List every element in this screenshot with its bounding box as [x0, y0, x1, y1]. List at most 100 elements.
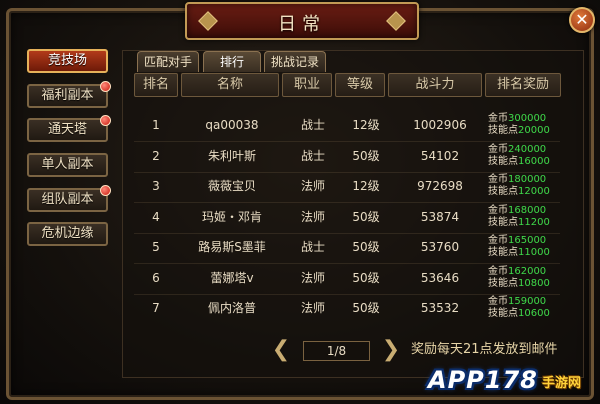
- rank-cell: 4: [152, 209, 160, 224]
- rank-cell: 5: [152, 240, 160, 254]
- level-cell: 12级: [352, 118, 380, 132]
- column-header: 名称: [181, 73, 279, 97]
- player-name-cell: qa00038: [205, 118, 259, 132]
- reward-cell: 金币165000 技能点11000: [488, 232, 560, 263]
- reward-label: 金币: [488, 204, 508, 216]
- player-name-cell: 薇薇宝贝: [207, 179, 256, 193]
- reward-value: 240000: [508, 143, 547, 155]
- chevron-left-icon: ❮: [271, 337, 291, 362]
- player-name-cell: 朱利叶斯: [207, 148, 256, 163]
- level-cell: 50级: [352, 301, 380, 315]
- sidebar-item-3[interactable]: 单人副本: [27, 153, 108, 177]
- reward-label: 技能点: [488, 277, 518, 289]
- reward-label: 金币: [488, 113, 508, 124]
- reward-notice: 奖励每天21点发放到邮件: [411, 342, 558, 357]
- reward-value: 162000: [508, 265, 547, 277]
- combat-power-cell: 54102: [420, 148, 460, 163]
- sidebar-item-2[interactable]: 通天塔: [27, 115, 111, 142]
- close-icon: ✕: [575, 10, 589, 29]
- reward-cell: 金币240000 技能点16000: [488, 141, 560, 172]
- notification-dot-icon: [100, 185, 111, 196]
- tab-2[interactable]: 挑战记录: [264, 51, 326, 72]
- reward-line-gold: 金币159000: [488, 296, 546, 308]
- combat-power-cell: 1002906: [413, 118, 467, 132]
- player-name-cell: 佩内洛普: [207, 301, 256, 315]
- player-name-cell: 蕾娜塔v: [210, 270, 254, 285]
- column-header: 等级: [335, 73, 385, 97]
- window-title: 日常: [278, 14, 326, 35]
- reward-label: 金币: [488, 174, 508, 185]
- reward-value: 159000: [508, 296, 547, 307]
- rank-cell: 3: [152, 179, 160, 193]
- class-cell: 法师: [300, 301, 325, 315]
- page-indicator: 1/8: [303, 341, 370, 361]
- reward-cell: 金币168000 技能点11200: [488, 202, 560, 233]
- level-cell: 50级: [352, 209, 380, 224]
- reward-value: 168000: [508, 204, 547, 216]
- sidebar-item-label: 福利副本: [41, 88, 94, 103]
- sidebar-item-5[interactable]: 危机边缘: [27, 222, 108, 246]
- class-cell: 战士: [300, 148, 325, 163]
- reward-label: 技能点: [488, 308, 518, 319]
- reward-line-skill: 技能点12000: [488, 186, 550, 198]
- table-row[interactable]: 2 朱利叶斯 战士 50级 54102 金币240000 技能点16000: [134, 141, 560, 172]
- prev-page-button[interactable]: ❮: [270, 339, 292, 361]
- class-cell: 法师: [300, 179, 325, 193]
- watermark-logo: APP178: [428, 366, 538, 394]
- sidebar-item-4[interactable]: 组队副本: [27, 185, 111, 212]
- reward-value: 165000: [508, 235, 547, 246]
- next-page-button[interactable]: ❯: [380, 339, 402, 361]
- column-header: 排名奖励: [485, 73, 561, 97]
- level-cell: 50级: [352, 148, 380, 163]
- reward-label: 技能点: [488, 155, 518, 167]
- table-row[interactable]: 4 玛姬・邓肯 法师 50级 53874 金币168000 技能点11200: [134, 202, 560, 233]
- column-header: 职业: [282, 73, 332, 97]
- reward-value: 11000: [518, 247, 550, 258]
- reward-line-gold: 金币168000: [488, 205, 546, 217]
- close-button[interactable]: ✕: [569, 7, 595, 33]
- reward-line-skill: 技能点10600: [488, 308, 550, 320]
- table-row[interactable]: 3 薇薇宝贝 法师 12级 972698 金币180000 技能点12000: [134, 171, 560, 202]
- table-row[interactable]: 5 路易斯S墨菲 战士 50级 53760 金币165000 技能点11000: [134, 232, 560, 263]
- class-cell: 战士: [300, 240, 325, 254]
- game-screen: 日常 ✕ 竞技场福利副本通天塔单人副本组队副本危机边缘 匹配对手 排行 挑战记录 排…: [0, 0, 600, 404]
- player-name-cell: 玛姬・邓肯: [201, 209, 262, 224]
- chevron-right-icon: ❯: [381, 337, 401, 362]
- sidebar-item-label: 单人副本: [41, 157, 94, 172]
- combat-power-cell: 972698: [417, 179, 463, 193]
- column-header: 排名: [134, 73, 178, 97]
- reward-line-skill: 技能点20000: [488, 125, 550, 137]
- reward-cell: 金币159000 技能点10600: [488, 293, 560, 324]
- notification-dot-icon: [100, 115, 111, 126]
- reward-value: 11200: [518, 216, 550, 228]
- sidebar-item-label: 危机边缘: [41, 226, 94, 241]
- rank-cell: 2: [152, 148, 160, 163]
- reward-value: 10600: [518, 308, 550, 319]
- tab-0[interactable]: 匹配对手: [137, 51, 199, 72]
- table-row[interactable]: 1 qa00038 战士 12级 1002906 金币300000 技能点20000: [134, 110, 560, 141]
- combat-power-cell: 53532: [420, 301, 460, 315]
- reward-cell: 金币180000 技能点12000: [488, 171, 560, 202]
- reward-line-gold: 金币180000: [488, 174, 546, 186]
- tab-1[interactable]: 排行: [203, 51, 261, 72]
- reward-label: 金币: [488, 265, 508, 277]
- reward-label: 技能点: [488, 247, 518, 258]
- table-row[interactable]: 7 佩内洛普 法师 50级 53532 金币159000 技能点10600: [134, 293, 560, 324]
- sidebar-item-0[interactable]: 竞技场: [27, 49, 108, 73]
- rank-cell: 1: [152, 118, 160, 132]
- sidebar-item-1[interactable]: 福利副本: [27, 81, 111, 108]
- sidebar-item-label: 竞技场: [47, 53, 87, 68]
- class-cell: 法师: [300, 209, 325, 224]
- watermark-subtitle: 手游网: [542, 376, 582, 391]
- site-watermark: APP178 手游网: [428, 366, 598, 400]
- reward-cell: 金币300000 技能点20000: [488, 110, 560, 141]
- table-row[interactable]: 6 蕾娜塔v 法师 50级 53646 金币162000 技能点10800: [134, 263, 560, 294]
- reward-label: 金币: [488, 143, 508, 155]
- level-cell: 12级: [352, 179, 380, 193]
- reward-value: 180000: [508, 174, 547, 185]
- reward-label: 技能点: [488, 125, 518, 136]
- sidebar-item-label: 组队副本: [41, 192, 94, 207]
- sidebar-item-label: 通天塔: [47, 122, 87, 137]
- notification-dot-icon: [100, 81, 111, 92]
- level-cell: 50级: [352, 240, 380, 254]
